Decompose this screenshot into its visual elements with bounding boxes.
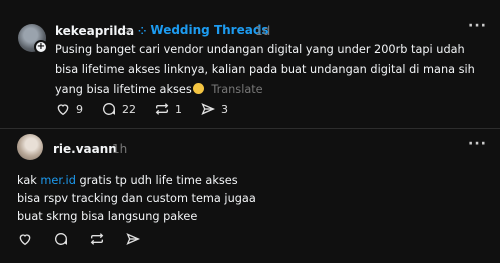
avatar[interactable] (17, 134, 43, 160)
post-line: kak mer.id gratis tp udh life time akses (17, 172, 477, 190)
post-time: 1h (112, 142, 128, 156)
action-bar (17, 231, 161, 247)
community-link[interactable]: ⁘ Wedding Threads (138, 23, 269, 37)
more-options-icon[interactable]: ··· (468, 18, 487, 34)
mention-link[interactable]: mer.id (40, 174, 75, 187)
post-text: gratis tp udh life time akses (75, 174, 238, 187)
heart-icon (57, 104, 69, 116)
share-count: 3 (221, 102, 228, 116)
reply-button[interactable] (53, 231, 69, 247)
action-bar: 9 22 1 3 (55, 101, 246, 117)
like-button[interactable] (17, 231, 33, 247)
post-username[interactable]: rie.vaann (53, 142, 117, 156)
reply-count: 22 (122, 102, 136, 116)
share-button[interactable] (125, 231, 141, 247)
more-options-icon[interactable]: ··· (468, 136, 487, 152)
post-text: Pusing banget cari vendor undangan digit… (55, 43, 475, 96)
comment-icon (103, 103, 116, 115)
like-count: 9 (76, 102, 83, 116)
thread-post: + kekeaprilda > ⁘ Wedding Threads 1d ··· … (0, 0, 500, 128)
post-line: bisa rspv tracking dan custom tema jugaa (17, 192, 256, 205)
community-icon: ⁘ (138, 26, 147, 37)
share-icon (126, 233, 140, 245)
repost-button[interactable] (89, 231, 105, 247)
divider (0, 128, 500, 129)
heart-icon (19, 234, 31, 246)
community-name: Wedding Threads (150, 23, 269, 37)
reply-button[interactable]: 22 (101, 101, 136, 117)
post-text: kak (17, 174, 41, 187)
post-username[interactable]: kekeaprilda (55, 24, 134, 38)
post-line: buat skrng bisa langsung pakee (17, 210, 198, 223)
repost-icon (155, 103, 169, 115)
post-body: kak mer.id gratis tp udh life time akses… (17, 172, 477, 226)
repost-button[interactable]: 1 (154, 101, 182, 117)
repost-icon (90, 233, 104, 245)
post-body: Pusing banget cari vendor undangan digit… (55, 40, 487, 100)
chevron-right-icon: > (124, 24, 134, 37)
comment-icon (55, 233, 68, 245)
share-icon (201, 103, 215, 115)
emoji-icon (192, 83, 204, 94)
share-button[interactable]: 3 (200, 101, 228, 117)
translate-link[interactable]: Translate (211, 83, 262, 96)
follow-plus-icon[interactable]: + (34, 40, 48, 54)
like-button[interactable]: 9 (55, 101, 83, 117)
post-time: 1d (255, 24, 271, 38)
repost-count: 1 (175, 102, 182, 116)
